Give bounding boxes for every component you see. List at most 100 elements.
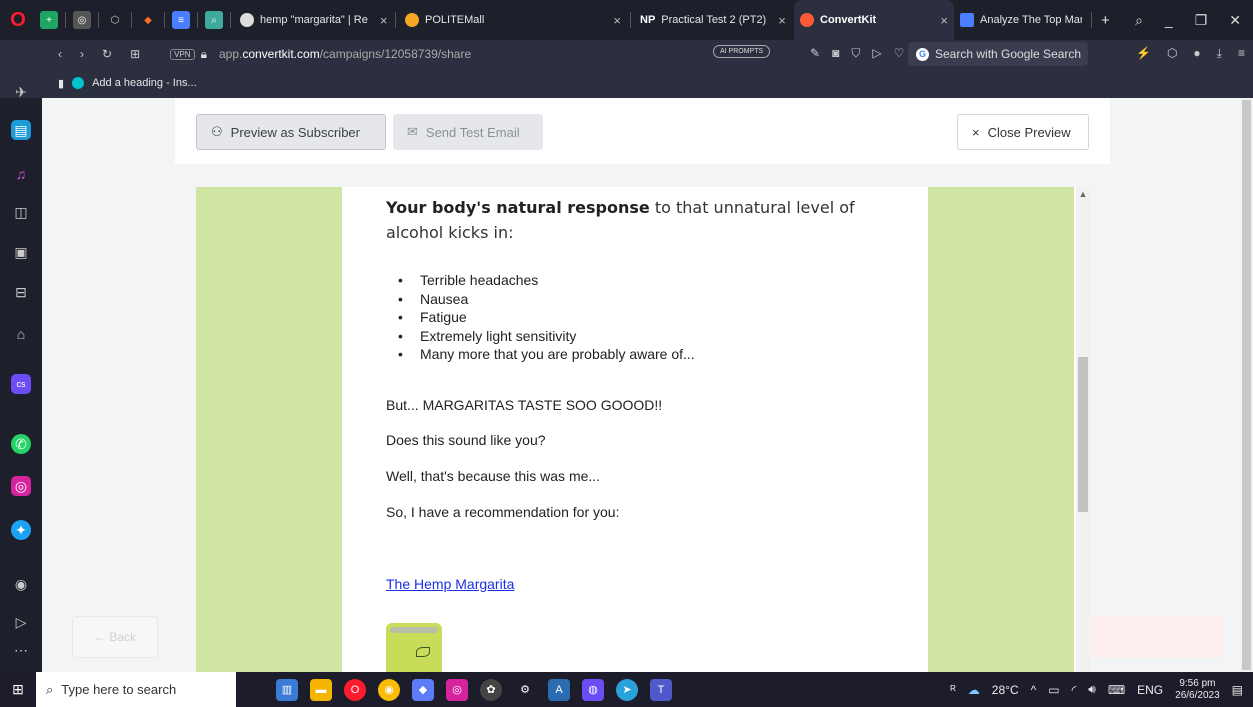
vpn-badge[interactable]: VPN	[170, 48, 195, 60]
weather-temp[interactable]: 28°C	[992, 683, 1019, 697]
whatsapp-icon[interactable]: ✆	[11, 434, 31, 454]
close-tab-icon[interactable]: ×	[380, 13, 388, 28]
restore-icon[interactable]: ❐	[1195, 12, 1208, 29]
browser-tab-bar: O + ◎ ⬡ ◆ ≡ ⌕ hemp "margarita" | Re × PO…	[0, 0, 1253, 40]
opera-icon[interactable]: O	[344, 678, 366, 701]
camera-icon[interactable]: ◙	[832, 46, 839, 61]
preview-scrollbar[interactable]: ▲	[1076, 187, 1090, 672]
close-tab-icon[interactable]: ×	[778, 13, 786, 28]
clock[interactable]: 9:56 pm 26/6/2023	[1175, 678, 1220, 702]
telegram-icon[interactable]: ➤	[616, 678, 638, 701]
tab-divider	[65, 12, 66, 28]
taskbar-search[interactable]: ⌕ Type here to search	[36, 672, 236, 707]
tab-hemp-margarita[interactable]: hemp "margarita" | Re ×	[234, 0, 392, 40]
app-icon[interactable]: ◆	[412, 678, 434, 701]
tab-practical-test[interactable]: NP Practical Test 2 (PT2) ×	[634, 0, 794, 40]
weather-icon[interactable]: ☁	[968, 683, 980, 697]
grid-icon[interactable]: ⊞	[130, 47, 140, 61]
notifications-icon[interactable]: ▤	[1232, 683, 1243, 697]
tab-convertkit[interactable]: ConvertKit ×	[794, 0, 954, 40]
file-icon: ▮	[58, 77, 65, 90]
keyboard-icon[interactable]: ⌨	[1108, 683, 1125, 697]
shield-icon[interactable]: ⛉	[851, 46, 860, 61]
reload-icon[interactable]: ↻	[102, 47, 112, 61]
send-test-email-button[interactable]: ✉ Send Test Email	[393, 114, 543, 150]
twitter-icon[interactable]: ✦	[11, 520, 31, 540]
cs-app-icon[interactable]: cs	[11, 374, 31, 394]
bookmark-item[interactable]: Add a heading - Ins...	[92, 77, 197, 89]
google-icon: G	[916, 47, 929, 61]
new-tab-button[interactable]: +	[1082, 0, 1116, 40]
close-tab-icon[interactable]: ×	[940, 13, 948, 28]
back-button[interactable]: ← Back	[72, 616, 158, 658]
send-icon[interactable]: ▷	[11, 612, 31, 632]
close-preview-button[interactable]: × Close Preview	[957, 114, 1089, 150]
volume-icon[interactable]: 🔊︎	[1088, 682, 1096, 697]
music-icon[interactable]: ♫	[11, 164, 31, 184]
figma-pinned-icon[interactable]: ◆	[139, 11, 157, 29]
file-explorer-icon[interactable]: ▬	[310, 678, 332, 701]
photos-icon[interactable]: A	[548, 678, 570, 701]
language-indicator[interactable]: ENG	[1137, 683, 1163, 697]
player-icon[interactable]: ▣	[11, 242, 31, 262]
product-link[interactable]: The Hemp Margarita	[386, 576, 514, 592]
minimize-icon[interactable]: _	[1165, 12, 1173, 29]
history-icon[interactable]: ◉	[11, 574, 31, 594]
chatgpt-pinned-icon[interactable]: ◎	[73, 11, 91, 29]
docs-pinned-icon[interactable]: ≡	[172, 11, 190, 29]
lock-icon[interactable]: 🔒︎	[201, 47, 207, 62]
home-icon[interactable]: ⌂	[11, 324, 31, 344]
send-icon[interactable]: ▷	[872, 46, 881, 61]
search-tabs-icon[interactable]: ⌕	[1135, 12, 1143, 29]
heart-icon[interactable]: ♡	[894, 46, 905, 61]
teams-icon[interactable]: T	[650, 678, 672, 701]
opera-logo-icon[interactable]: O	[0, 0, 36, 40]
close-window-icon[interactable]: ✕	[1229, 12, 1241, 29]
social-app-icon[interactable]: ◍	[582, 678, 604, 701]
url-field[interactable]: app.convertkit.com/campaigns/12058739/sh…	[219, 47, 471, 61]
tab-analyze[interactable]: Analyze The Top Marke ×	[954, 0, 1082, 40]
book-icon[interactable]: ◫	[11, 202, 31, 222]
windows-start-icon[interactable]: ⊞	[0, 672, 36, 707]
cube-icon[interactable]: ⬡	[1167, 46, 1177, 61]
menu-icon[interactable]: ≡	[1238, 46, 1245, 61]
forward-icon[interactable]: ›	[80, 47, 84, 61]
media-icon[interactable]: ✿	[480, 678, 502, 701]
instagram-taskbar-icon[interactable]: ◎	[446, 678, 468, 701]
google-search-box[interactable]: G Search with Google Search	[908, 42, 1088, 66]
intro-bold: Your body's natural response	[386, 198, 650, 217]
page-scroll-thumb[interactable]	[1242, 100, 1251, 670]
chrome-icon[interactable]: ◉	[378, 678, 400, 701]
preview-as-subscriber-button[interactable]: ⚇ Preview as Subscriber	[196, 114, 386, 150]
scroll-up-icon[interactable]: ▲	[1076, 187, 1090, 199]
preview-scroll-thumb[interactable]	[1078, 357, 1088, 512]
download-icon[interactable]: ⤓	[1217, 46, 1222, 61]
rocket-icon[interactable]: ✈	[11, 82, 31, 102]
flash-icon[interactable]: ⚡	[1136, 46, 1151, 61]
wallet-icon[interactable]: ⊟	[11, 282, 31, 302]
settings-icon[interactable]: ⚙	[514, 679, 536, 701]
close-tab-icon[interactable]: ×	[613, 13, 621, 28]
people-icon[interactable]: ᴿ	[950, 683, 955, 697]
page-scrollbar[interactable]	[1240, 98, 1253, 672]
chevron-up-icon[interactable]: ^	[1031, 683, 1037, 697]
tab-divider	[630, 12, 631, 28]
wifi-icon[interactable]: ◜	[1072, 683, 1077, 697]
notes-icon[interactable]: ▤	[11, 120, 31, 140]
address-bar: ‹ › ↻ ⊞ VPN 🔒︎ app.convertkit.com/campai…	[0, 40, 1253, 68]
network-icon[interactable]: ▭	[1048, 683, 1059, 697]
search-pinned-icon[interactable]: ⌕	[205, 11, 223, 29]
task-view-icon[interactable]: ▥	[276, 678, 298, 701]
edit-icon[interactable]: ✎	[810, 46, 820, 61]
cube-pinned-icon[interactable]: ⬡	[106, 11, 124, 29]
more-icon[interactable]: ⋯	[11, 640, 31, 660]
sheets-pinned-icon[interactable]: +	[40, 11, 58, 29]
ai-prompts-button[interactable]: AI PROMPTS	[713, 45, 771, 58]
profile-icon[interactable]: ●	[1193, 46, 1200, 61]
instagram-icon[interactable]: ◎	[11, 476, 31, 496]
back-icon[interactable]: ‹	[58, 47, 62, 61]
next-button[interactable]	[1090, 616, 1224, 658]
canva-icon	[72, 77, 85, 89]
leaf-logo-icon	[416, 647, 430, 657]
tab-politemall[interactable]: POLITEMall ×	[399, 0, 627, 40]
